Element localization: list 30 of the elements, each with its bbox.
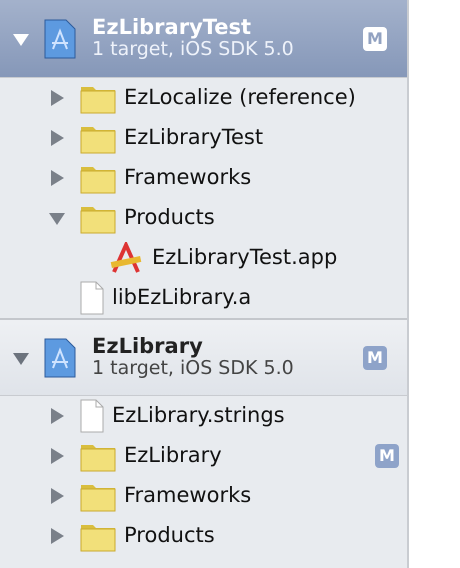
item-label[interactable]: Products [124,520,407,552]
item-label[interactable]: EzLibraryTest.app [152,242,407,274]
item-label[interactable]: EzLibrary.strings [112,400,407,432]
document-icon [80,399,104,433]
disclosure-triangle-icon[interactable] [48,407,66,425]
disclosure-triangle-icon[interactable] [48,487,66,505]
item-label[interactable]: EzLibraryTest [124,122,407,154]
project-subtitle: 1 target, iOS SDK 5.0 [92,358,295,380]
status-badge: M [363,26,387,50]
project-header[interactable]: EzLibrary 1 target, iOS SDK 5.0 M [0,318,407,396]
project-name: EzLibrary [92,335,204,358]
item-label[interactable]: Frameworks [124,480,407,512]
project-subtitle: 1 target, iOS SDK 5.0 [92,39,295,61]
project-icon [44,18,76,58]
item-label[interactable]: Products [124,202,407,234]
status-badge: M [375,444,399,468]
project-icon [44,338,76,378]
disclosure-triangle-icon[interactable] [48,89,66,107]
item-label[interactable]: libEzLibrary.a [112,282,407,314]
app-icon [108,242,144,274]
item-label[interactable]: EzLibrary [124,440,375,472]
project-name: EzLibraryTest [92,16,252,40]
item-label[interactable]: EzLocalize (reference) [124,82,407,114]
status-badge: M [363,346,387,370]
disclosure-triangle-icon[interactable] [48,169,66,187]
item-label[interactable]: Frameworks [124,162,407,194]
disclosure-triangle-icon[interactable] [48,129,66,147]
document-icon [80,281,104,315]
disclosure-triangle-icon[interactable] [48,447,66,465]
disclosure-triangle-icon[interactable] [48,527,66,545]
